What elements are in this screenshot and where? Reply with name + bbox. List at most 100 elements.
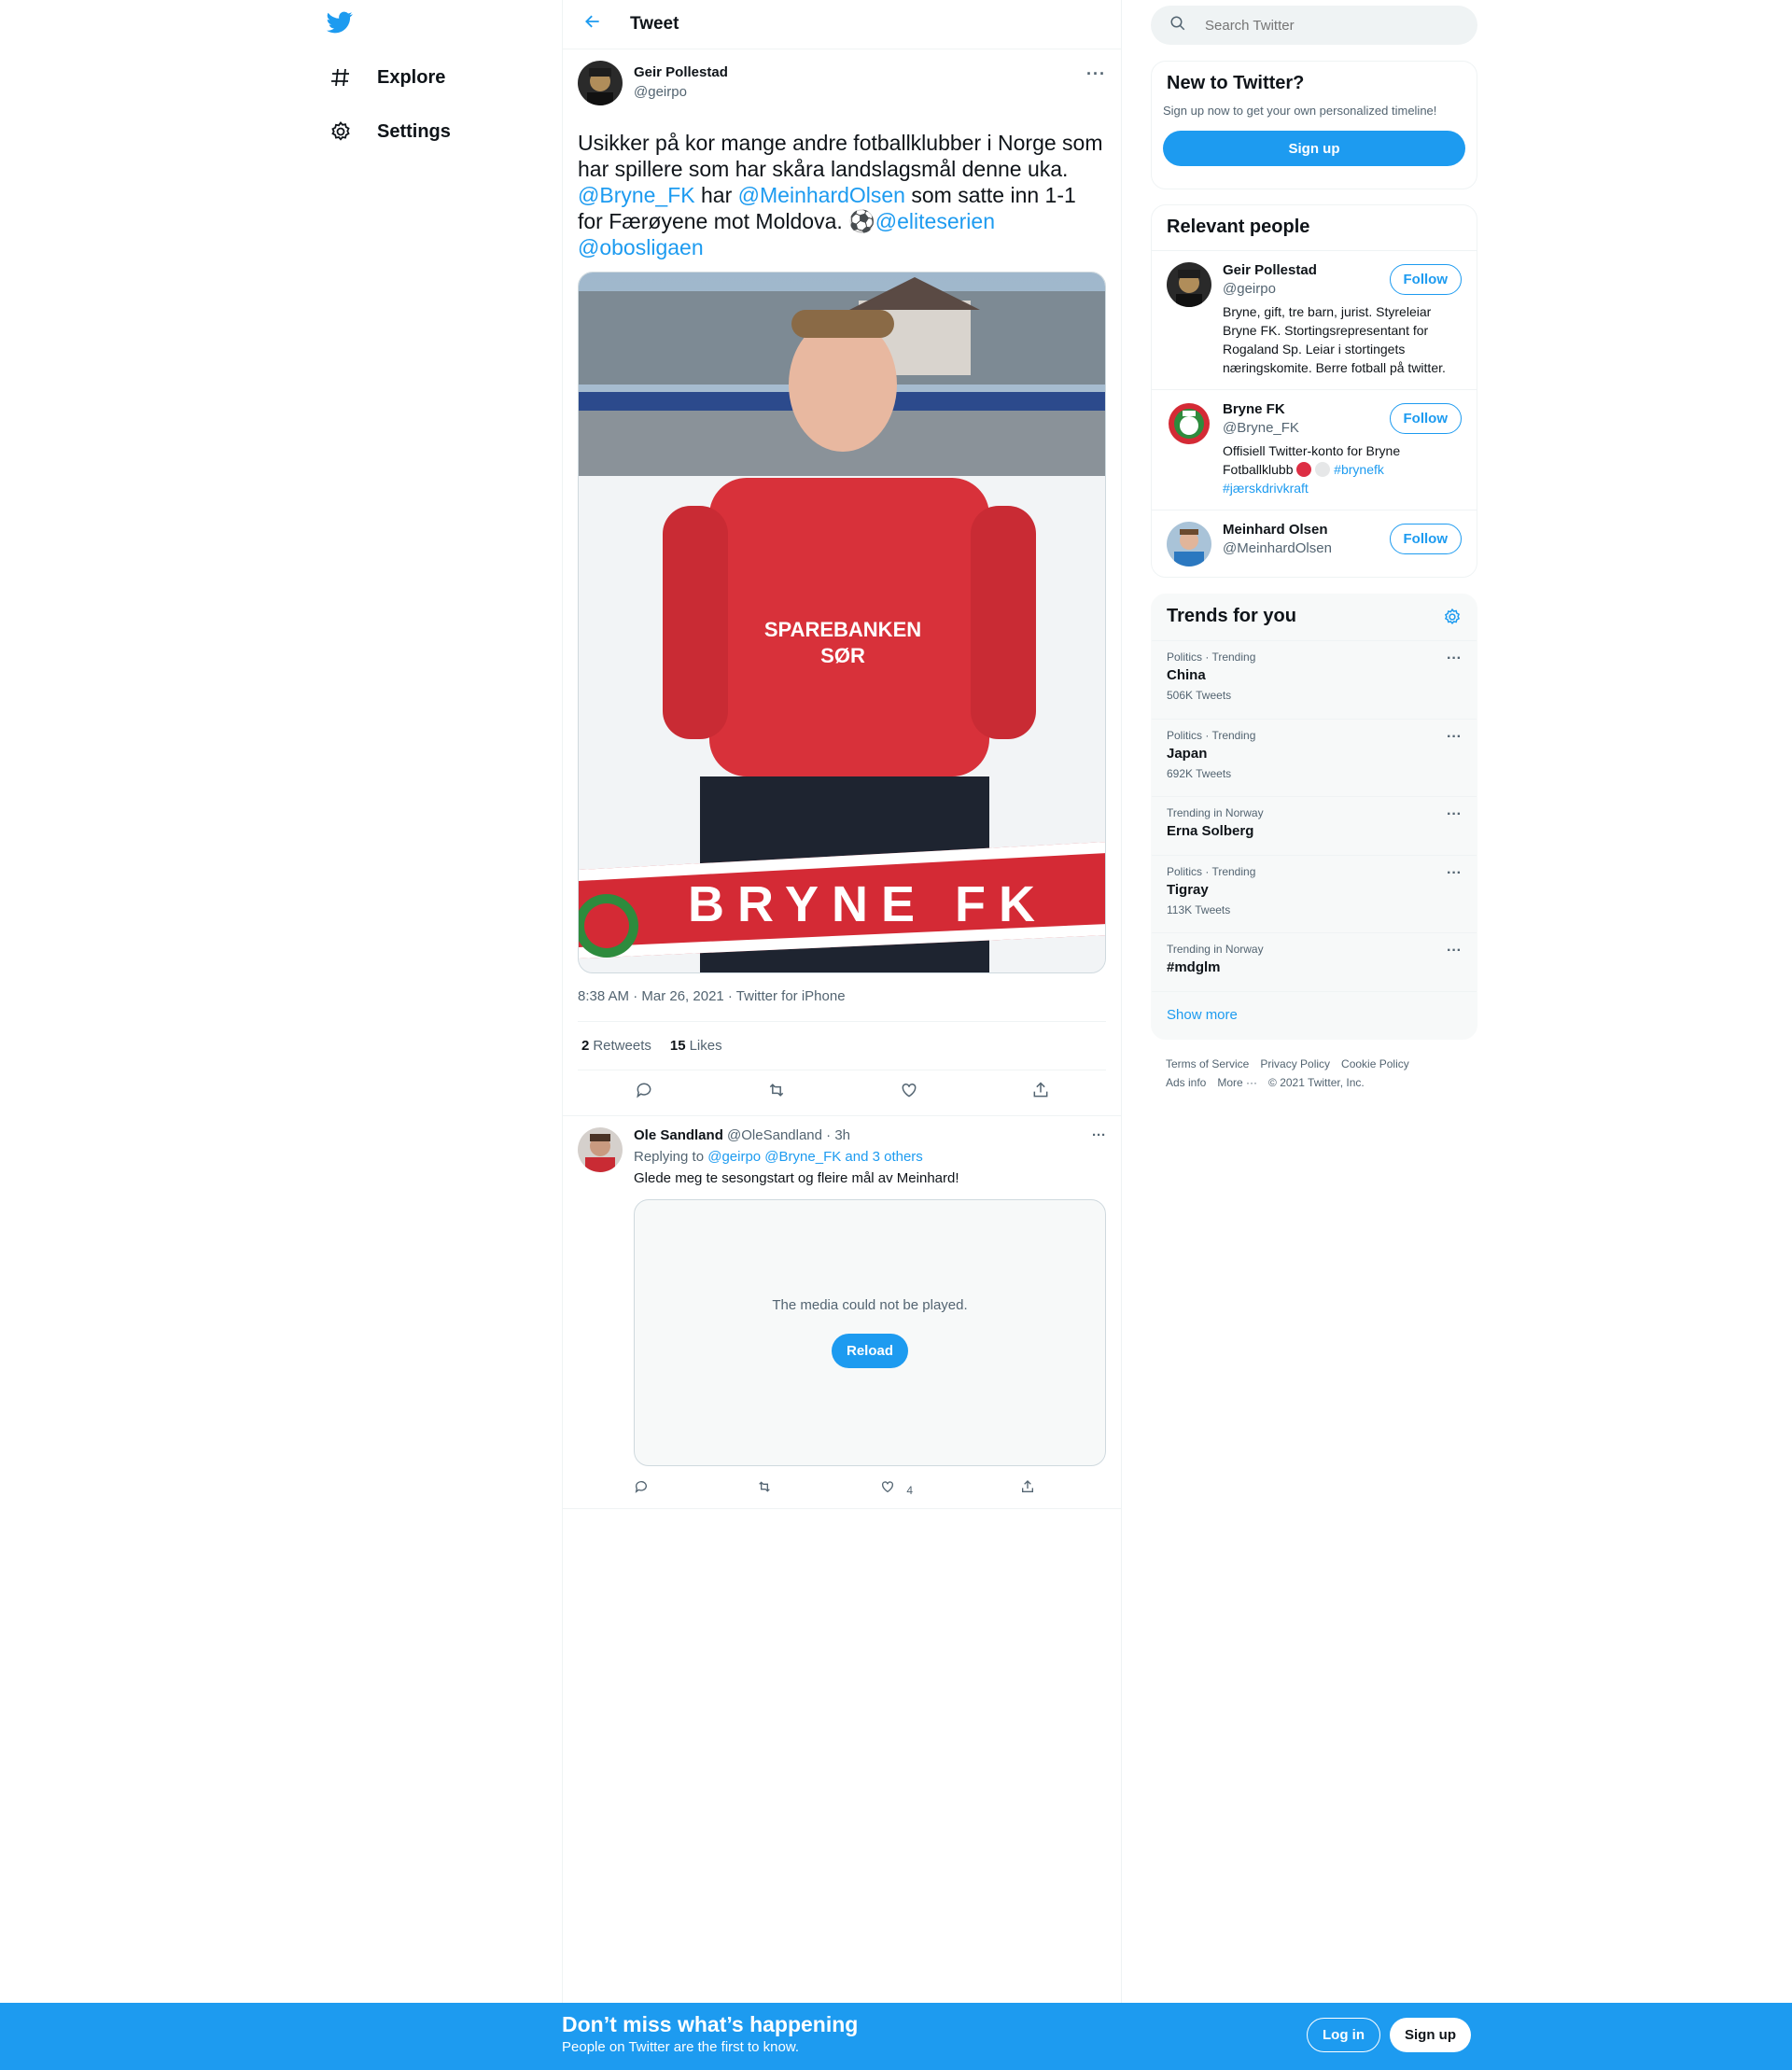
trend-item[interactable]: Politics · Trending China 506K Tweets ··… (1152, 641, 1477, 720)
footer-link[interactable]: Cookie Policy (1341, 1057, 1409, 1070)
person-avatar[interactable] (1167, 522, 1211, 566)
page-title: Tweet (630, 14, 679, 34)
gear-icon (327, 118, 355, 146)
mention-link[interactable]: @Bryne_FK (578, 183, 695, 207)
new-to-twitter-subtitle: Sign up now to get your own personalized… (1163, 104, 1437, 118)
main-tweet: Geir Pollestad @geirpo ··· Usikker på ko… (563, 49, 1121, 1115)
reply-header: Ole Sandland @OleSandland · 3h ··· (634, 1127, 1106, 1143)
person-card[interactable]: Bryne FK @Bryne_FK Offisiell Twitter-kon… (1152, 390, 1477, 511)
mention-link[interactable]: @MeinhardOlsen (738, 183, 905, 207)
banner-headline: Don’t miss what’s happening (562, 2012, 859, 2036)
follow-button[interactable]: Follow (1389, 403, 1462, 434)
like-count[interactable]: 15 Likes (670, 1038, 722, 1054)
nav-explore[interactable]: Explore (327, 59, 445, 96)
red-circle-icon (1296, 462, 1312, 477)
author-name[interactable]: Geir Pollestad (634, 64, 728, 80)
follow-button[interactable]: Follow (1389, 264, 1462, 295)
tweet-stats: 2 Retweets 15 Likes (578, 1022, 1106, 1070)
twitter-logo-icon[interactable] (327, 9, 357, 39)
trend-context: Politics · Trending (1167, 650, 1256, 664)
trend-context: Politics · Trending (1167, 865, 1256, 878)
copyright: © 2021 Twitter, Inc. (1268, 1076, 1365, 1089)
person-avatar[interactable] (1167, 262, 1211, 307)
relevant-people-card: Relevant people Geir Pollestad @geirpo B… (1151, 204, 1477, 578)
trend-name: Japan (1167, 746, 1208, 762)
person-avatar[interactable] (1167, 401, 1211, 446)
tweet-text-part: har (694, 183, 738, 207)
new-to-twitter-title: New to Twitter? (1167, 73, 1305, 93)
nav-explore-label: Explore (377, 66, 446, 88)
reply-handle-time[interactable]: @OleSandland · 3h (727, 1127, 850, 1143)
banner-subline: People on Twitter are the first to know. (562, 2039, 800, 2055)
share-icon[interactable] (1031, 1081, 1050, 1105)
replying-prefix: Replying to (634, 1149, 708, 1165)
signup-banner: Don’t miss what’s happening People on Tw… (0, 2003, 1792, 2070)
person-card[interactable]: Geir Pollestad @geirpo Bryne, gift, tre … (1152, 251, 1477, 390)
tweet-photo[interactable]: SPAREBANKEN SØR BRYNE FK (578, 272, 1106, 973)
person-card[interactable]: Meinhard Olsen @MeinhardOlsen Follow (1152, 511, 1477, 578)
author-handle[interactable]: @geirpo (634, 84, 728, 100)
more-options-icon[interactable]: ··· (1092, 1127, 1106, 1143)
more-options-icon[interactable]: ··· (1447, 865, 1462, 882)
trend-item[interactable]: Politics · Trending Japan 692K Tweets ··… (1152, 720, 1477, 797)
reply-icon[interactable] (635, 1081, 653, 1105)
footer-link[interactable]: Ads info (1166, 1076, 1206, 1089)
more-options-icon[interactable]: ··· (1086, 64, 1106, 84)
login-button[interactable]: Log in (1307, 2018, 1380, 2052)
nav-settings-label: Settings (377, 120, 451, 142)
like-icon[interactable] (900, 1081, 918, 1105)
tweet-actions (578, 1070, 1106, 1115)
trend-item[interactable]: Trending in Norway #mdglm ··· (1152, 933, 1477, 992)
relevant-people-title: Relevant people (1167, 217, 1310, 237)
media-error-box: The media could not be played. Reload (634, 1199, 1106, 1466)
author-avatar[interactable] (578, 61, 623, 105)
footer-link[interactable]: More ··· (1217, 1076, 1257, 1089)
follow-button[interactable]: Follow (1389, 524, 1462, 554)
reply-author-name[interactable]: Ole Sandland (634, 1127, 723, 1143)
reply-tweet[interactable]: Ole Sandland @OleSandland · 3h ··· Reply… (563, 1115, 1121, 1509)
show-more-link[interactable]: Show more (1152, 992, 1477, 1038)
hashtag-link[interactable]: #brynefk (1334, 462, 1384, 477)
retweet-icon[interactable] (756, 1479, 773, 1499)
trend-item[interactable]: Politics · Trending Tigray 113K Tweets ·… (1152, 856, 1477, 933)
trend-item[interactable]: Trending in Norway Erna Solberg ··· (1152, 797, 1477, 856)
reload-button[interactable]: Reload (831, 1334, 908, 1368)
like-button[interactable]: 4 (880, 1479, 913, 1499)
replying-to: Replying to @geirpo @Bryne_FK and 3 othe… (634, 1149, 1106, 1165)
hashtag-link[interactable]: #jærskdrivkraft (1223, 481, 1309, 496)
trend-name: China (1167, 667, 1206, 683)
footer-link[interactable]: Privacy Policy (1260, 1057, 1330, 1070)
reply-icon[interactable] (634, 1479, 649, 1499)
mention-link[interactable]: @eliteserien (875, 209, 995, 233)
retweet-icon[interactable] (766, 1081, 787, 1105)
nav-settings[interactable]: Settings (327, 113, 451, 150)
mention-link[interactable]: @obosligaen (578, 235, 704, 259)
more-options-icon[interactable]: ··· (1447, 729, 1462, 746)
person-bio: Offisiell Twitter-konto for Bryne Fotbal… (1223, 441, 1462, 497)
reply-actions: 4 (634, 1479, 1035, 1499)
reply-text: Glede meg te sesongstart og fleire mål a… (634, 1170, 959, 1186)
search-bar[interactable] (1151, 6, 1477, 45)
gear-icon[interactable] (1443, 608, 1462, 632)
trend-count: 692K Tweets (1167, 767, 1232, 780)
share-icon[interactable] (1020, 1479, 1035, 1499)
white-circle-icon (1315, 462, 1331, 477)
more-options-icon[interactable]: ··· (1447, 806, 1462, 823)
reply-avatar[interactable] (578, 1127, 623, 1172)
signup-button[interactable]: Sign up (1163, 131, 1465, 166)
retweet-count[interactable]: 2 Retweets (581, 1038, 651, 1054)
more-options-icon[interactable]: ··· (1447, 943, 1462, 959)
trend-name: #mdglm (1167, 959, 1221, 975)
trend-count: 506K Tweets (1167, 689, 1232, 702)
banner-signup-button[interactable]: Sign up (1390, 2018, 1471, 2052)
hash-icon (327, 63, 355, 91)
search-input[interactable] (1205, 17, 1448, 34)
replying-to-links[interactable]: @geirpo @Bryne_FK and 3 others (707, 1149, 923, 1165)
photo-scarf-text: BRYNE FK (688, 876, 1048, 932)
trend-count: 113K Tweets (1167, 903, 1231, 916)
tweet-timestamp[interactable]: 8:38 AM · Mar 26, 2021 · Twitter for iPh… (578, 988, 1106, 1022)
back-arrow-icon[interactable] (563, 11, 615, 37)
tweet-author: Geir Pollestad @geirpo ··· (578, 61, 1106, 109)
more-options-icon[interactable]: ··· (1447, 650, 1462, 667)
footer-link[interactable]: Terms of Service (1166, 1057, 1249, 1070)
